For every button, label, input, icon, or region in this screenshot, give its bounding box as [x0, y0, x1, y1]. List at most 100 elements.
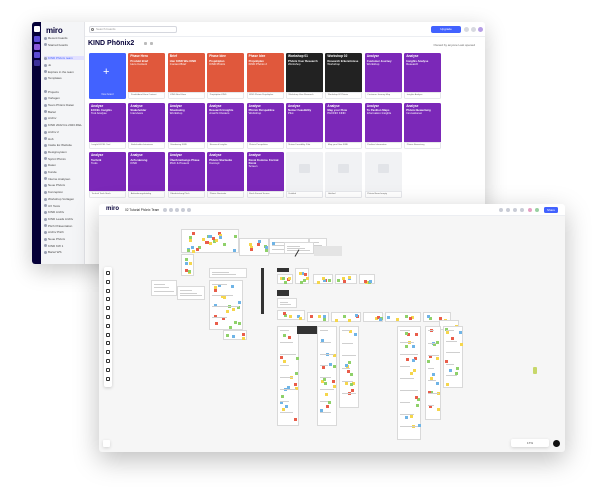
workspace-switch-icon[interactable]	[33, 60, 40, 66]
search-input[interactable]: Search boards	[89, 26, 177, 33]
share-button[interactable]: Share	[544, 207, 558, 213]
sticky-note[interactable]	[409, 316, 413, 320]
sticky-note[interactable]	[316, 280, 320, 284]
board-card[interactable]: Phase Hero Produkt Brief Hero Content Produ…	[128, 53, 166, 99]
sidebar-item[interactable]: UX Tests	[44, 204, 84, 208]
star-icon[interactable]	[144, 42, 147, 45]
board-frame[interactable]	[277, 274, 293, 284]
sidebar-item[interactable]: Jo	[44, 63, 84, 67]
sticky-note[interactable]	[405, 345, 409, 349]
board-filters[interactable]: Owned by anyone Last opened	[433, 43, 475, 47]
sticky-note[interactable]	[412, 345, 416, 349]
board-frame[interactable]	[314, 246, 342, 256]
sticky-note[interactable]	[436, 382, 440, 386]
sticky-note[interactable]	[228, 325, 232, 329]
sidebar-item[interactable]: Archiv Pitch	[44, 230, 84, 234]
board-frame[interactable]	[363, 312, 383, 322]
board-frame[interactable]	[261, 268, 264, 314]
sidebar-item[interactable]	[44, 49, 84, 53]
avatar[interactable]	[535, 208, 539, 212]
sidebar-item[interactable]	[44, 83, 84, 87]
board-frame[interactable]	[277, 298, 297, 308]
sticky-note[interactable]	[189, 261, 193, 265]
board-card[interactable]: Analyse Insights Analyse Research Insights …	[404, 53, 442, 99]
cursor-icon[interactable]	[506, 208, 510, 212]
sticky-note[interactable]	[455, 367, 459, 371]
sidebar-item[interactable]: Neue Phönix	[44, 237, 84, 241]
sticky-note[interactable]	[326, 405, 330, 409]
sticky-note[interactable]	[264, 249, 268, 253]
sticky-note[interactable]	[192, 231, 196, 235]
workspace-logo-icon[interactable]	[33, 26, 40, 32]
sticky-note[interactable]	[225, 309, 229, 313]
sidebar-item[interactable]: Bartel WS	[44, 250, 84, 254]
sticky-note[interactable]	[192, 249, 196, 253]
sticky-note[interactable]	[409, 371, 413, 375]
sticky-note[interactable]	[363, 280, 367, 284]
sticky-note[interactable]	[416, 404, 420, 408]
sticky-note[interactable]	[343, 279, 347, 283]
sticky-note[interactable]	[299, 272, 303, 276]
workspace-switch-icon[interactable]	[33, 44, 40, 50]
sticky-note[interactable]	[281, 408, 285, 412]
sidebar-item[interactable]: KIND Leads Archiv	[44, 217, 84, 221]
sticky-note[interactable]	[231, 284, 235, 288]
sidebar-item[interactable]: Bartel	[44, 110, 84, 114]
sticky-note[interactable]	[281, 394, 285, 398]
settings-icon[interactable]	[163, 208, 167, 212]
board-frame[interactable]	[209, 280, 243, 330]
board-card[interactable]: Analyse Technik Tools Technik Tools Stack	[89, 152, 126, 198]
sticky-note[interactable]	[417, 424, 421, 428]
sidebar-item[interactable]: Templates	[44, 76, 84, 80]
sticky-note[interactable]	[279, 401, 283, 405]
board-card[interactable]: Analyse Customer Journey Workshop Customer …	[364, 53, 402, 99]
sticky-note[interactable]	[317, 315, 321, 319]
board-frame[interactable]	[339, 326, 359, 408]
sticky-note[interactable]	[294, 417, 298, 421]
sticky-note[interactable]	[342, 315, 346, 319]
sticky-note[interactable]	[368, 280, 372, 284]
sidebar-item[interactable]: Interne Analysen	[44, 177, 84, 181]
board-card[interactable]: Untitled	[286, 152, 323, 198]
board-frame[interactable]	[277, 290, 289, 296]
sticky-note[interactable]	[195, 247, 199, 251]
sticky-note[interactable]	[417, 398, 421, 402]
sticky-note[interactable]	[412, 368, 416, 372]
sticky-note[interactable]	[232, 307, 236, 311]
help-icon[interactable]	[553, 440, 560, 447]
sticky-note[interactable]	[191, 245, 195, 249]
sticky-note[interactable]	[344, 363, 348, 367]
comments-icon[interactable]	[181, 208, 185, 212]
sticky-note[interactable]	[257, 243, 261, 247]
sticky-note[interactable]	[348, 318, 352, 322]
sticky-note[interactable]	[305, 276, 309, 280]
help-icon[interactable]	[464, 27, 469, 32]
board-card[interactable]: Analyse Kiosk Kommu. Format Kiosk Screen Ki…	[246, 152, 284, 198]
sticky-note[interactable]	[355, 314, 359, 318]
board-card[interactable]: Analyse To Pavilion Maps Information Insig…	[364, 102, 402, 149]
sticky-note[interactable]	[232, 334, 235, 338]
board-card[interactable]: Analyse Anforderung KIND Anforderungskatalo…	[128, 152, 166, 198]
sticky-note[interactable]	[396, 318, 400, 322]
board-card[interactable]: Analyse Phönix Bewertung Innovationen Phöni…	[404, 102, 442, 149]
sidebar-item[interactable]: Explore in the team	[44, 70, 84, 74]
upload-icon[interactable]	[169, 208, 173, 212]
sticky-note[interactable]	[250, 248, 254, 252]
sticky-note[interactable]	[265, 245, 269, 249]
avatar[interactable]	[528, 208, 532, 212]
sticky-note[interactable]	[323, 377, 327, 381]
minimap-icon[interactable]	[103, 440, 110, 447]
workspace-switch-icon[interactable]	[33, 36, 40, 42]
sticky-note[interactable]	[226, 333, 230, 337]
sticky-note[interactable]	[304, 272, 308, 276]
sticky-note[interactable]	[280, 355, 284, 359]
sticky-note[interactable]	[184, 261, 188, 265]
sticky-note[interactable]	[350, 382, 354, 386]
sticky-note[interactable]	[337, 278, 341, 282]
notifications-icon[interactable]	[471, 27, 476, 32]
board-frame[interactable]	[284, 242, 314, 254]
upgrade-button[interactable]: Upgrade	[431, 26, 461, 33]
sidebar-item[interactable]: Projects	[44, 90, 84, 94]
sticky-note[interactable]	[283, 360, 287, 364]
sticky-note[interactable]	[426, 314, 430, 318]
